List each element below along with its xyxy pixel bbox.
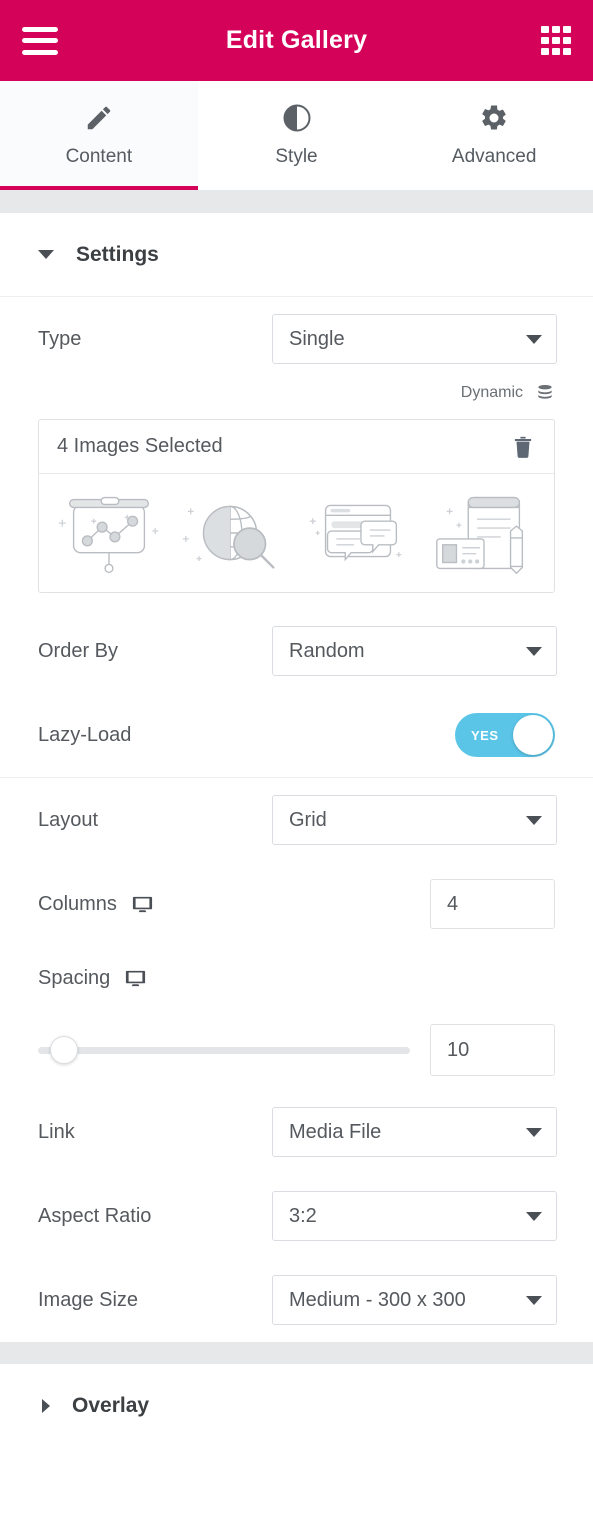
select-aspect-ratio[interactable]: 3:2	[272, 1191, 557, 1241]
chat-window-thumbnail[interactable]	[300, 483, 418, 583]
control-row-type: Type Single	[38, 297, 557, 381]
slider-track	[38, 1046, 410, 1054]
caret-down-icon	[38, 250, 54, 259]
label-columns-text: Columns	[38, 892, 117, 915]
grid-apps-icon[interactable]	[541, 25, 571, 56]
hamburger-menu-icon[interactable]	[22, 26, 58, 55]
control-row-columns: Columns 4	[38, 862, 555, 946]
control-row-link: Link Media File	[38, 1090, 557, 1174]
section-divider-top	[0, 191, 593, 213]
input-spacing[interactable]: 10	[430, 1024, 555, 1076]
dynamic-tag-row: Dynamic	[38, 381, 555, 419]
settings-group-source: Type Single Dynamic 4 Images Selected Or…	[0, 297, 593, 778]
presentation-chart-thumbnail[interactable]	[50, 483, 168, 583]
contrast-icon	[282, 103, 312, 133]
label-order-by: Order By	[38, 639, 119, 662]
chevron-down-icon	[526, 815, 542, 825]
desktop-monitor-icon[interactable]	[124, 967, 147, 990]
gallery-box-header: 4 Images Selected	[39, 420, 554, 474]
control-row-lazy-load: Lazy-Load YES	[38, 693, 555, 777]
chevron-down-icon	[526, 334, 542, 344]
tab-style-label: Style	[275, 146, 318, 167]
label-lazy-load: Lazy-Load	[38, 723, 132, 746]
trash-icon[interactable]	[510, 434, 536, 460]
input-spacing-value: 10	[447, 1038, 470, 1061]
control-row-spacing-slider: 10	[38, 1010, 555, 1090]
slider-handle[interactable]	[50, 1036, 79, 1064]
control-row-layout: Layout Grid	[38, 778, 557, 862]
pencil-icon	[84, 103, 114, 133]
section-header-settings[interactable]: Settings	[0, 213, 593, 297]
label-image-size: Image Size	[38, 1288, 139, 1311]
select-aspect-ratio-value: 3:2	[289, 1204, 317, 1227]
app-header: Edit Gallery	[0, 0, 593, 81]
select-layout-value: Grid	[289, 808, 327, 831]
select-image-size-value: Medium - 300 x 300	[289, 1288, 466, 1311]
section-title-overlay: Overlay	[72, 1394, 150, 1417]
select-image-size[interactable]: Medium - 300 x 300	[272, 1275, 557, 1325]
section-title-settings: Settings	[76, 242, 159, 266]
database-stack-icon[interactable]	[535, 383, 555, 403]
input-columns[interactable]: 4	[430, 879, 555, 929]
gallery-images-box[interactable]: 4 Images Selected	[38, 419, 555, 593]
select-layout[interactable]: Grid	[272, 795, 557, 845]
select-type-value: Single	[289, 327, 345, 350]
page-title: Edit Gallery	[225, 26, 368, 54]
chevron-down-icon	[526, 1211, 542, 1221]
globe-search-thumbnail[interactable]	[175, 483, 293, 583]
label-columns: Columns	[38, 893, 272, 916]
caret-right-icon	[42, 1399, 50, 1413]
gallery-thumbnail-strip[interactable]	[39, 474, 554, 592]
label-spacing: Spacing	[38, 967, 272, 990]
toggle-lazy-load[interactable]: YES	[455, 713, 555, 757]
chevron-down-icon	[526, 1127, 542, 1137]
select-order-by-value: Random	[289, 639, 365, 662]
section-header-overlay[interactable]: Overlay	[0, 1364, 593, 1448]
select-link-value: Media File	[289, 1120, 382, 1143]
input-columns-value: 4	[447, 892, 459, 915]
toggle-lazy-load-state: YES	[471, 727, 499, 743]
label-aspect-ratio: Aspect Ratio	[38, 1204, 152, 1227]
control-row-image-size: Image Size Medium - 300 x 300	[38, 1258, 557, 1342]
label-spacing-text: Spacing	[38, 966, 111, 989]
select-type[interactable]: Single	[272, 314, 557, 364]
select-link[interactable]: Media File	[272, 1107, 557, 1157]
desktop-monitor-icon[interactable]	[131, 893, 154, 916]
label-type: Type	[38, 327, 82, 350]
control-row-spacing-label: Spacing	[38, 946, 555, 1010]
control-row-aspect-ratio: Aspect Ratio 3:2	[38, 1174, 557, 1258]
control-row-order-by: Order By Random	[38, 609, 557, 693]
tab-content[interactable]: Content	[0, 81, 198, 190]
dynamic-label[interactable]: Dynamic	[461, 384, 523, 402]
gear-icon	[479, 103, 509, 133]
section-divider-bottom	[0, 1342, 593, 1364]
chevron-down-icon	[526, 1295, 542, 1305]
tab-advanced-label: Advanced	[451, 146, 537, 167]
toggle-knob	[513, 715, 553, 755]
panel-tabs: Content Style Advanced	[0, 81, 593, 191]
label-layout: Layout	[38, 808, 99, 831]
gallery-selected-count: 4 Images Selected	[57, 435, 223, 457]
label-link: Link	[38, 1120, 75, 1143]
settings-group-layout: Layout Grid Columns 4 Spacing 10 Link Me…	[0, 778, 593, 1342]
tab-content-label: Content	[65, 146, 133, 167]
document-pencil-thumbnail[interactable]	[425, 483, 543, 583]
chevron-down-icon	[526, 646, 542, 656]
slider-spacing[interactable]	[38, 1036, 410, 1064]
tab-advanced[interactable]: Advanced	[395, 81, 593, 190]
select-order-by[interactable]: Random	[272, 626, 557, 676]
tab-style[interactable]: Style	[197, 81, 396, 190]
